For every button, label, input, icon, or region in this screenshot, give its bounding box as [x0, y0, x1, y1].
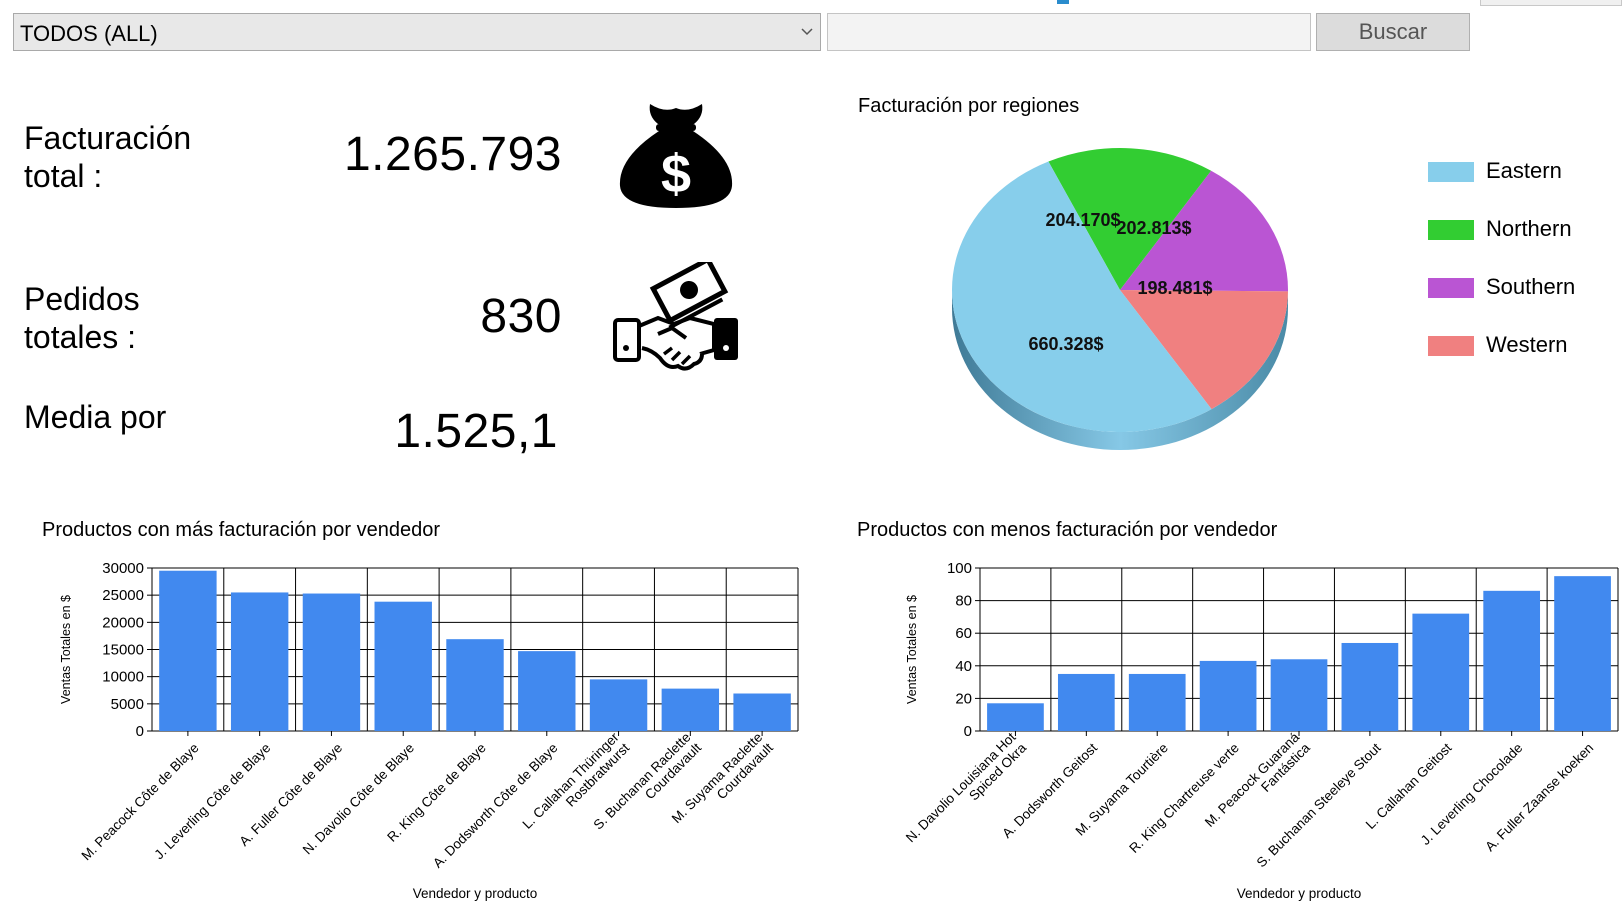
bar-4: [374, 601, 432, 731]
x-tick-label-line: M. Peacock Guaraná: [1202, 729, 1303, 830]
kpi-total-billing-value: 1.265.793: [343, 128, 562, 181]
y-tick-label: 25000: [102, 587, 144, 604]
money-bag-icon: $: [619, 104, 733, 208]
region-pie-chart: 204.170$202.813$ 198.481$ 660.328$: [952, 148, 1288, 450]
legend-label-northern: Northern: [1486, 216, 1572, 241]
search-input[interactable]: [827, 13, 1311, 51]
y-tick-label: 80: [955, 593, 972, 610]
bar-5: [1270, 659, 1328, 731]
legend-label-western: Western: [1486, 332, 1568, 357]
x-tick-label: M. Peacock Côte de Blaye: [79, 740, 202, 863]
region-filter-selected: TODOS (ALL): [20, 21, 158, 46]
pie-chart-title: Facturación por regiones: [858, 95, 1080, 117]
bar-3: [1128, 673, 1186, 731]
top-products-bar-chart: 30000 25000 20000 15000 10000 5000 0M. Peacock…: [59, 560, 799, 901]
title-fragment: [1057, 0, 1069, 4]
pie-label-northern: 204.170$: [1045, 210, 1120, 230]
y-tick-label: 30000: [102, 560, 144, 577]
legend-swatch-northern: [1428, 220, 1474, 240]
bar-9: [733, 693, 791, 731]
y-tick-label: 0: [136, 723, 144, 740]
x-tick-label: L. Callahan ThüringerRostbratwurst: [519, 729, 632, 832]
x-axis-title: Vendedor y producto: [413, 886, 538, 901]
bar-8: [1483, 590, 1541, 731]
bar-1: [159, 570, 217, 731]
kpi-average-value: 1.525,1: [394, 405, 558, 458]
bottom-products-bar-chart: 100806040200N. Davolio Louisiana HotSpic…: [903, 560, 1619, 901]
y-tick-label: 20000: [102, 614, 144, 631]
y-tick-label: 0: [964, 723, 972, 740]
legend-label-eastern: Eastern: [1486, 158, 1562, 183]
top-products-chart-title: Productos con más facturación por vended…: [42, 519, 440, 541]
bottom-products-chart-title: Productos con menos facturación por vend…: [857, 519, 1278, 541]
kpi-average-label: Media por: [24, 399, 167, 435]
y-axis-title: Ventas Totales en $: [905, 595, 919, 704]
svg-text:$: $: [661, 144, 691, 204]
y-axis-title: Ventas Totales en $: [59, 595, 73, 704]
region-filter-dropdown[interactable]: TODOS (ALL): [13, 13, 821, 51]
x-tick-label-line: M. Peacock Côte de Blaye: [79, 740, 202, 863]
bar-2: [1057, 673, 1115, 731]
bar-2: [230, 592, 289, 731]
y-tick-label: 20: [955, 690, 972, 707]
x-tick-label: J. Leverling Côte de Blaye: [151, 740, 273, 862]
bar-6: [1341, 642, 1399, 731]
bar-7: [589, 679, 648, 731]
pie-label-western: 198.481$: [1137, 278, 1212, 298]
legend-swatch-southern: [1428, 278, 1474, 298]
legend-swatch-western: [1428, 336, 1474, 356]
y-tick-label: 60: [955, 625, 972, 642]
bar-7: [1412, 613, 1470, 731]
chevron-down-icon: [801, 28, 813, 36]
pie-label-southern: 202.813$: [1116, 218, 1191, 238]
x-tick-label-line: J. Leverling Côte de Blaye: [151, 740, 273, 862]
kpi-total-billing-label: Facturación total :: [24, 120, 192, 194]
pie-label-eastern: 660.328$: [1028, 334, 1103, 354]
y-tick-label: 10000: [102, 669, 144, 686]
bar-8: [661, 688, 720, 731]
bar-3: [302, 593, 361, 731]
y-tick-label: 100: [947, 560, 972, 577]
kpi-total-orders-label: Pedidos totales :: [24, 281, 140, 355]
bar-6: [518, 651, 576, 731]
x-axis-title: Vendedor y producto: [1237, 886, 1362, 901]
bar-4: [1199, 660, 1257, 731]
kpi-total-orders-value: 830: [480, 290, 562, 343]
bar-1: [987, 703, 1044, 731]
search-button[interactable]: Buscar: [1316, 13, 1470, 51]
legend-swatch-eastern: [1428, 162, 1474, 182]
handshake-icon: [613, 262, 738, 371]
window-corner-element: [1480, 0, 1622, 6]
bar-9: [1554, 576, 1611, 731]
bar-5: [446, 639, 504, 731]
legend-label-southern: Southern: [1486, 274, 1576, 299]
y-tick-label: 40: [955, 658, 972, 675]
y-tick-label: 5000: [111, 696, 144, 713]
y-tick-label: 15000: [102, 642, 144, 659]
